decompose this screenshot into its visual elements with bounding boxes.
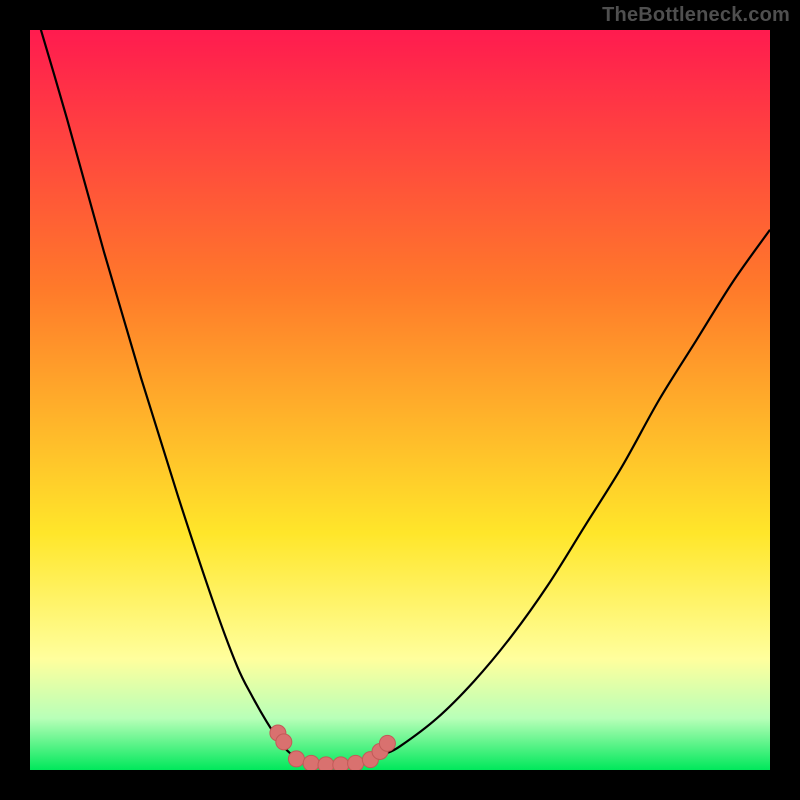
- plot-area: [30, 30, 770, 770]
- chart-svg: [30, 30, 770, 770]
- watermark-text: TheBottleneck.com: [602, 4, 790, 27]
- marker-dot: [379, 735, 395, 751]
- chart-frame: TheBottleneck.com: [0, 0, 800, 800]
- marker-dot: [276, 734, 292, 750]
- marker-dot: [333, 757, 349, 770]
- marker-dot: [303, 755, 319, 770]
- marker-dot: [318, 757, 334, 770]
- marker-dot: [288, 751, 304, 767]
- marker-dot: [348, 755, 364, 770]
